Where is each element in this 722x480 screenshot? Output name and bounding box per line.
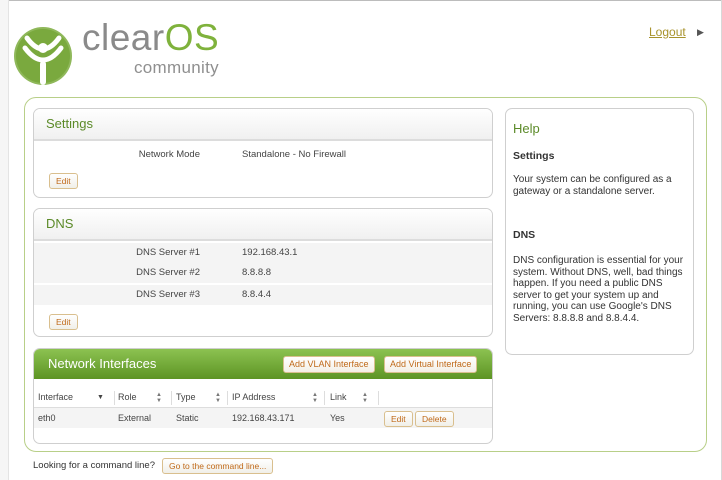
help-settings-text: Your system can be configured as a gatew… [513,174,672,197]
window-top-border [0,0,722,1]
cell-ip-address: 192.168.43.171 [232,413,295,423]
command-line-button[interactable]: Go to the command line... [162,458,274,474]
cell-interface: eth0 [38,413,56,423]
settings-edit-button[interactable]: Edit [49,173,78,189]
help-dns-text: DNS configuration is essential for your … [513,255,684,324]
help-title: Help [513,121,540,136]
network-mode-value: Standalone - No Firewall [242,149,347,160]
brand-part-clear: clear [82,17,165,58]
dns-server-label: DNS Server #3 [136,289,200,300]
sort-icon[interactable]: ▲ ▼ [156,392,162,404]
dns-server-row: DNS Server #1 192.168.43.1 [34,243,492,263]
dns-title: DNS [34,209,492,241]
column-link-label: Link [330,392,347,402]
column-ip-address[interactable]: IP Address [232,392,275,402]
column-divider [114,391,115,405]
table-row: eth0 External Static 192.168.43.171 Yes … [34,408,492,428]
column-type-label: Type [176,392,196,402]
help-panel: Help Settings Your system can be configu… [505,108,694,355]
dns-server-value: 192.168.43.1 [242,247,298,258]
sort-icon[interactable]: ▲ ▼ [362,392,368,404]
cell-role: External [118,413,152,423]
window-left-border [0,0,9,480]
column-link[interactable]: Link [330,392,347,402]
help-dns-heading: DNS [513,229,536,241]
network-mode-label: Network Mode [138,149,200,160]
row-edit-button[interactable]: Edit [384,411,413,427]
cell-link: Yes [330,413,345,423]
column-role[interactable]: Role [118,392,137,402]
network-interfaces-header: Network Interfaces Add VLAN Interface Ad… [34,349,492,379]
add-vlan-interface-button[interactable]: Add VLAN Interface [283,356,375,373]
column-divider [227,391,228,405]
brand-logo: clearOS [82,18,219,58]
dns-server-value: 8.8.8.8 [242,267,272,278]
network-interfaces-title: Network Interfaces [48,356,157,371]
column-divider [378,391,379,405]
network-interfaces-box: Network Interfaces Add VLAN Interface Ad… [33,348,493,444]
dns-server-row: DNS Server #3 8.8.4.4 [34,285,492,305]
column-divider [171,391,172,405]
column-divider [324,391,325,405]
cell-type: Static [176,413,199,423]
brand-part-os: OS [164,17,220,58]
column-role-label: Role [118,392,137,402]
add-virtual-interface-button[interactable]: Add Virtual Interface [384,356,478,373]
row-delete-button[interactable]: Delete [415,411,454,427]
logout-link[interactable]: Logout [649,25,686,39]
sort-icon[interactable]: ▲ ▼ [215,392,221,404]
dns-server-label: DNS Server #1 [136,247,200,258]
brand-tagline: community [134,58,219,77]
dns-server-label: DNS Server #2 [136,267,200,278]
column-interface-label: Interface [38,392,74,402]
network-mode-row: Network Mode Standalone - No Firewall [34,145,492,165]
sort-icon[interactable]: ▲ ▼ [312,392,318,404]
command-line-prompt: Looking for a command line? [33,460,155,471]
settings-box: Settings Network Mode Standalone - No Fi… [33,108,493,198]
dns-edit-button[interactable]: Edit [49,314,78,330]
column-type[interactable]: Type [176,392,196,402]
settings-title: Settings [34,109,492,141]
column-ip-address-label: IP Address [232,392,276,402]
column-interface[interactable]: Interface [38,392,73,402]
brand-name: clearOS [82,17,219,58]
arrow-right-icon: ▶ [697,27,704,37]
interfaces-table-header: Interface ▼ Role ▲ ▼ Type ▲ ▼ IP Address ▲… [34,389,492,408]
clearos-logo-icon [14,27,72,85]
dns-box: DNS DNS Server #1 192.168.43.1 DNS Serve… [33,208,493,337]
dns-server-value: 8.8.4.4 [242,289,272,300]
help-settings-heading: Settings [513,150,555,162]
filter-icon[interactable]: ▼ [97,394,104,401]
dns-server-row: DNS Server #2 8.8.8.8 [34,263,492,283]
